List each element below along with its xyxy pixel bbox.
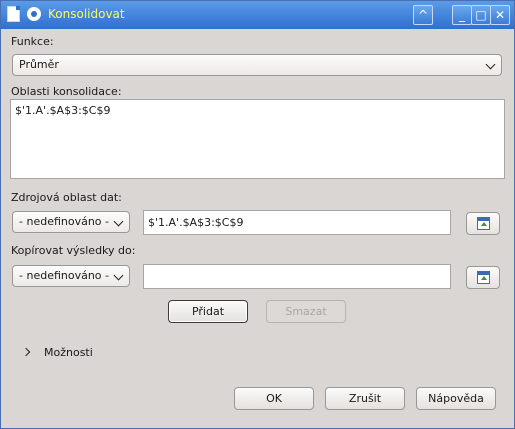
- chevron-right-icon[interactable]: [21, 347, 31, 357]
- copy-results-input[interactable]: [143, 264, 451, 289]
- consolidate-dialog: Konsolidovat ^ _ □ ✕ Funkce: Průměr Obla…: [0, 0, 515, 429]
- options-expander[interactable]: Možnosti: [44, 346, 93, 359]
- chevron-down-icon: [113, 270, 124, 281]
- consolidation-areas-list[interactable]: $'1.A'.$A$3:$C$9: [10, 99, 505, 179]
- window-menu-icon[interactable]: [27, 7, 41, 21]
- cancel-button[interactable]: Zrušit: [325, 387, 405, 410]
- add-button[interactable]: Přidat: [168, 300, 248, 323]
- copy-results-select-value: - nedefinováno -: [19, 269, 110, 282]
- function-select-value: Průměr: [19, 58, 59, 71]
- ok-button[interactable]: OK: [234, 387, 314, 410]
- function-label: Funkce:: [11, 35, 54, 48]
- copy-results-label: Kopírovat výsledky do:: [11, 244, 136, 257]
- maximize-button[interactable]: □: [471, 5, 491, 25]
- consolidation-areas-label: Oblasti konsolidace:: [11, 85, 122, 98]
- shrink-range-icon: [477, 217, 490, 230]
- help-button[interactable]: Nápověda: [416, 387, 496, 410]
- source-range-label: Zdrojová oblast dat:: [11, 191, 122, 204]
- source-range-select[interactable]: - nedefinováno -: [12, 211, 130, 233]
- source-range-input[interactable]: $'1.A'.$A$3:$C$9: [143, 210, 451, 235]
- shade-button[interactable]: ^: [413, 5, 433, 25]
- source-range-shrink-button[interactable]: [466, 212, 500, 235]
- copy-results-select[interactable]: - nedefinováno -: [12, 265, 130, 287]
- window-title: Konsolidovat: [48, 7, 125, 21]
- chevron-down-icon: [113, 216, 124, 227]
- delete-button[interactable]: Smazat: [266, 300, 346, 323]
- chevron-down-icon: [485, 59, 496, 70]
- source-range-select-value: - nedefinováno -: [19, 215, 110, 228]
- consolidation-area-item[interactable]: $'1.A'.$A$3:$C$9: [15, 104, 500, 117]
- copy-results-shrink-button[interactable]: [466, 266, 500, 289]
- title-bar[interactable]: Konsolidovat ^ _ □ ✕: [1, 1, 514, 29]
- function-select[interactable]: Průměr: [12, 54, 502, 76]
- shrink-range-icon: [477, 271, 490, 284]
- minimize-button[interactable]: _: [452, 5, 472, 25]
- close-button[interactable]: ✕: [490, 5, 510, 25]
- document-icon: [7, 6, 20, 22]
